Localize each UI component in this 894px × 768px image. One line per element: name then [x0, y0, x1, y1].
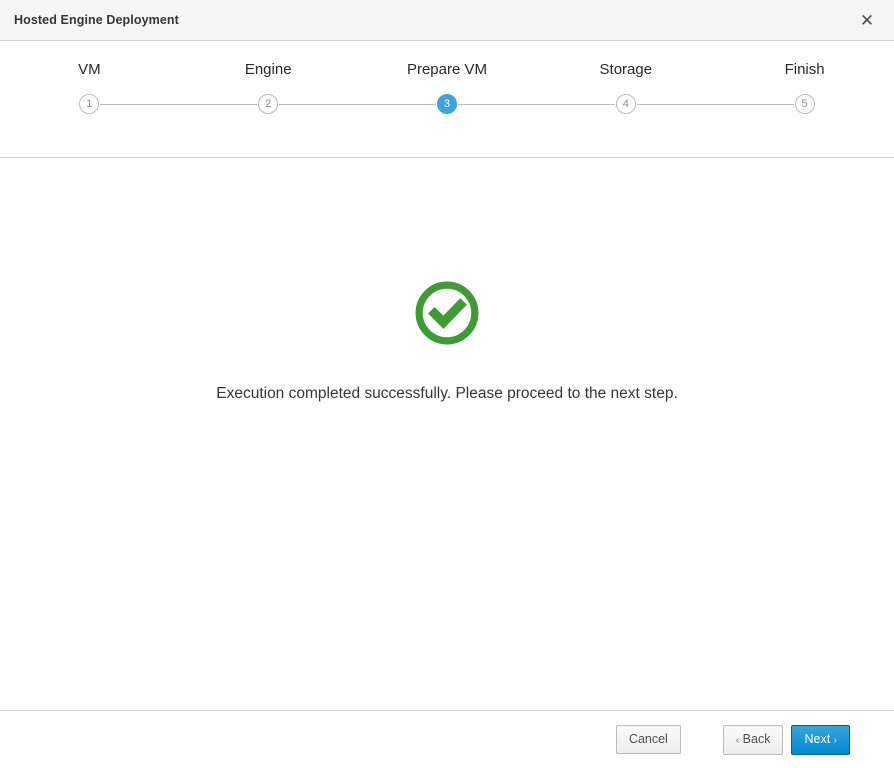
dialog-title: Hosted Engine Deployment: [14, 13, 179, 27]
wizard-step-label: Storage: [599, 61, 653, 78]
wizard-step-label: Engine: [244, 61, 292, 78]
wizard-step-storage[interactable]: Storage 4: [536, 61, 715, 115]
chevron-right-icon: ›: [833, 734, 837, 746]
next-button[interactable]: Next ›: [791, 724, 850, 755]
wizard-footer: Cancel ‹ Back Next ›: [0, 710, 894, 768]
wizard-step-label: Prepare VM: [406, 61, 488, 78]
wizard-step-number: 3: [436, 94, 457, 114]
close-icon[interactable]: ✕: [854, 7, 880, 33]
wizard-step-track: 1: [0, 93, 179, 115]
wizard-step-number: 4: [615, 94, 636, 114]
wizard-step-number: 1: [79, 94, 100, 114]
cancel-button[interactable]: Cancel: [615, 724, 681, 755]
status-message: Execution completed successfully. Please…: [216, 385, 678, 402]
wizard-step-vm[interactable]: VM 1: [0, 61, 179, 115]
wizard-step-label: VM: [78, 61, 101, 78]
chevron-left-icon: ‹: [735, 734, 740, 746]
wizard-step-track: 3: [357, 93, 537, 115]
hosted-engine-deployment-dialog: Hosted Engine Deployment ✕ VM 1 Engine 2…: [0, 0, 894, 768]
check-circle-icon: [415, 281, 479, 345]
wizard-step-label: Finish: [784, 61, 825, 78]
wizard-step-prepare-vm[interactable]: Prepare VM 3: [357, 61, 537, 115]
wizard-steps: VM 1 Engine 2 Prepare VM 3 Storage 4 Fin…: [0, 61, 894, 115]
back-button-label: Back: [742, 731, 771, 746]
wizard-step-number: 2: [258, 94, 279, 114]
execution-status-block: Execution completed successfully. Please…: [0, 280, 894, 405]
wizard-step-engine[interactable]: Engine 2: [178, 61, 358, 115]
dialog-titlebar: Hosted Engine Deployment ✕: [0, 0, 894, 41]
back-button[interactable]: ‹ Back: [722, 724, 784, 755]
wizard-step-track: 4: [536, 93, 715, 115]
wizard-step-header: VM 1 Engine 2 Prepare VM 3 Storage 4 Fin…: [0, 41, 894, 158]
wizard-step-track: 2: [178, 93, 358, 115]
next-button-label: Next: [804, 731, 831, 746]
wizard-step-finish[interactable]: Finish 5: [715, 61, 894, 115]
wizard-content-area: Execution completed successfully. Please…: [0, 158, 894, 710]
wizard-step-number: 5: [794, 94, 815, 114]
wizard-step-track: 5: [715, 93, 894, 115]
